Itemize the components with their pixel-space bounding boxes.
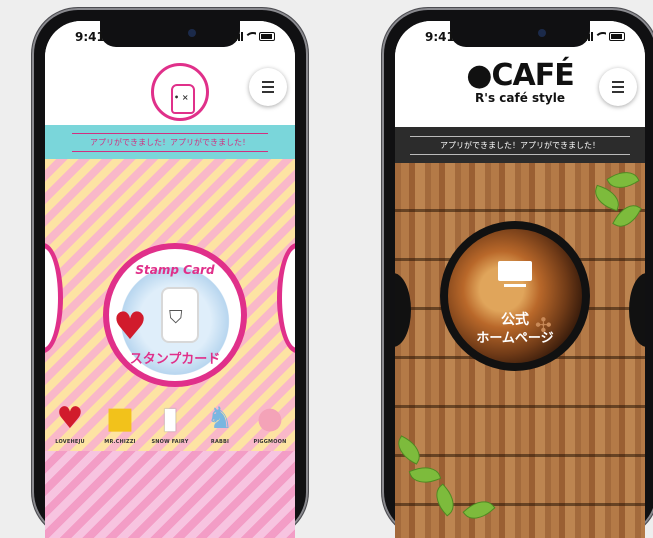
striped-background-lower <box>45 451 295 538</box>
character-name: PIGGMOON <box>253 439 287 445</box>
wifi-icon <box>246 31 256 41</box>
phone-screen-right: 9:41 ●CAFÉ R's café style アプリができました！アプリが… <box>395 21 645 538</box>
stamp-card-title: Stamp Card <box>135 263 215 277</box>
character-item[interactable]: ▮ SNOW FAIRY <box>146 401 194 445</box>
announcement-banner: アプリができました！アプリができました！ <box>45 125 295 159</box>
banner-text: アプリができました！アプリができました！ <box>72 132 268 152</box>
stamp-card-jp-label: スタンプカード <box>129 352 221 367</box>
mr-chizzi-icon: ■ <box>105 401 135 436</box>
character-name: LOVEHEJU <box>55 439 85 445</box>
character-item[interactable]: ■ MR.CHIZZI <box>96 401 144 445</box>
character-item[interactable]: ♞ RABBI <box>196 401 244 445</box>
app-logo <box>151 63 209 121</box>
character-name: SNOW FAIRY <box>151 439 189 445</box>
status-icons <box>232 31 275 41</box>
stamp-card-button[interactable]: Stamp Card ⛉ ♥ スタンプカード <box>103 243 247 387</box>
character-list: ♥ LOVEHEJU ■ MR.CHIZZI ▮ SNOW FAIRY ♞ RA… <box>45 401 295 445</box>
camera <box>188 29 196 37</box>
hamburger-icon <box>262 81 274 83</box>
milk-carton-icon <box>171 84 195 114</box>
camera <box>538 29 546 37</box>
menu-button[interactable] <box>249 68 287 106</box>
menu-button[interactable] <box>599 68 637 106</box>
phone-screen-left: 9:41 アプリができました！アプリができました！ Stamp Card ⛉ ♥ <box>45 21 295 538</box>
battery-icon <box>609 32 625 41</box>
website-label-line2: ホームページ <box>476 331 554 346</box>
official-website-button[interactable]: 公式 ホームページ <box>440 221 590 371</box>
piggmoon-icon: ● <box>256 401 284 436</box>
status-time: 9:41 <box>425 30 455 44</box>
notch <box>450 21 590 47</box>
heart-character-icon: ♥ <box>113 304 148 348</box>
hamburger-icon <box>612 81 624 83</box>
character-name: MR.CHIZZI <box>104 439 136 445</box>
status-time: 9:41 <box>75 30 105 44</box>
loveheju-icon: ♥ <box>56 401 84 436</box>
phone-frame-left: 9:41 アプリができました！アプリができました！ Stamp Card ⛉ ♥ <box>32 8 308 538</box>
website-label-line1: 公式 <box>501 312 529 328</box>
stamp-icon: ⛉ <box>169 307 183 328</box>
character-item[interactable]: ♥ LOVEHEJU <box>46 401 94 445</box>
snow-fairy-icon: ▮ <box>161 401 179 436</box>
rabbi-icon: ♞ <box>206 401 234 436</box>
character-item[interactable]: ● PIGGMOON <box>246 401 294 445</box>
signal-icon <box>582 32 593 41</box>
announcement-banner: アプリができました！アプリができました！ <box>395 127 645 163</box>
ribbon-icon: ✣ <box>535 313 552 337</box>
monitor-icon <box>495 261 535 289</box>
battery-icon <box>259 32 275 41</box>
banner-text: アプリができました！アプリができました！ <box>410 135 630 155</box>
signal-icon <box>232 32 243 41</box>
character-name: RABBI <box>210 439 230 445</box>
notch <box>100 21 240 47</box>
status-icons <box>582 31 625 41</box>
wifi-icon <box>596 31 606 41</box>
phone-frame-right: 9:41 ●CAFÉ R's café style アプリができました！アプリが… <box>382 8 653 538</box>
